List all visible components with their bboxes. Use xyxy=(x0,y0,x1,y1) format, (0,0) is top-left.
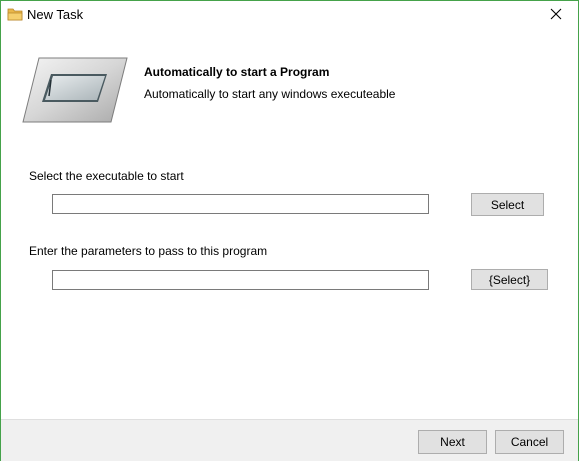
close-icon xyxy=(550,8,562,23)
close-button[interactable] xyxy=(534,1,578,29)
select-parameters-button[interactable]: {Select} xyxy=(471,269,548,290)
new-task-window: New Task Automatically to start a Progra… xyxy=(0,0,579,461)
header-subtitle: Automatically to start any windows execu… xyxy=(144,87,396,101)
executable-label: Select the executable to start xyxy=(29,169,184,183)
select-executable-button[interactable]: Select xyxy=(471,193,544,216)
window-title: New Task xyxy=(27,7,84,22)
parameters-label: Enter the parameters to pass to this pro… xyxy=(29,244,268,258)
next-button[interactable]: Next xyxy=(418,430,487,454)
folder-icon xyxy=(7,7,23,21)
title-bar[interactable]: New Task xyxy=(1,1,578,29)
parameters-input[interactable] xyxy=(52,270,429,290)
cancel-button[interactable]: Cancel xyxy=(495,430,564,454)
executable-path-input[interactable] xyxy=(52,194,429,214)
footer-bar: Next Cancel xyxy=(1,419,578,461)
program-window-icon xyxy=(21,56,129,124)
header-title: Automatically to start a Program xyxy=(144,65,330,79)
